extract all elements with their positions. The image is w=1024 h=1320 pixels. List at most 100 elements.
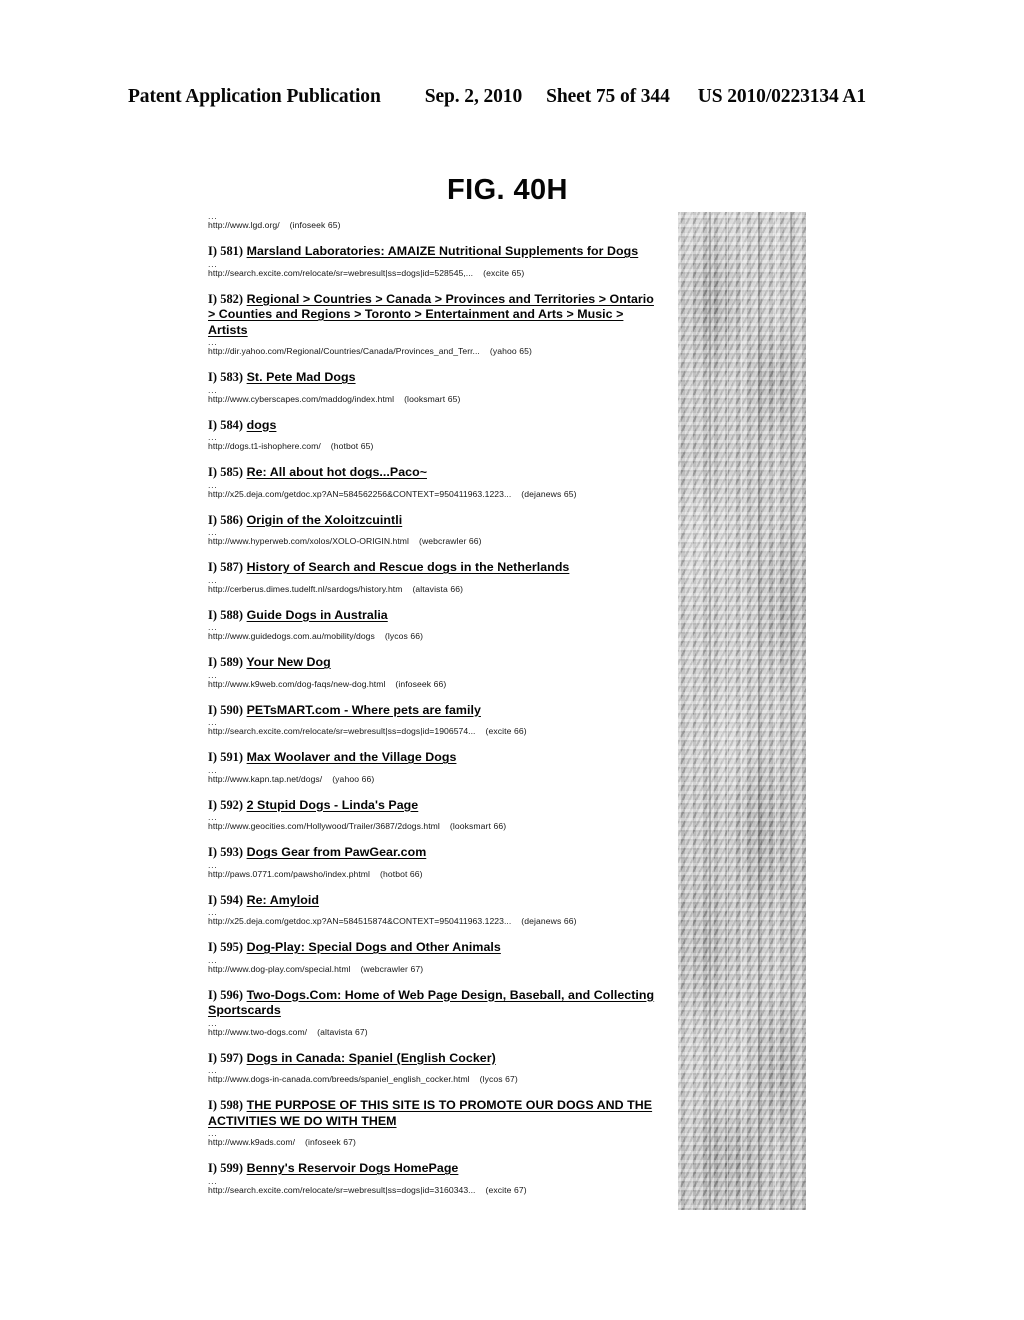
result-url: http://dir.yahoo.com/Regional/Countries/… <box>208 346 660 357</box>
result-title-link[interactable]: THE PURPOSE OF THIS SITE IS TO PROMOTE O… <box>208 1098 652 1128</box>
result-url: http://cerberus.dimes.tudelft.nl/sardogs… <box>208 584 660 595</box>
result-title-line: I) 595) Dog-Play: Special Dogs and Other… <box>208 940 660 956</box>
result-entry: I) 583) St. Pete Mad Dogs ... http://www… <box>208 370 660 405</box>
scan-smudge-artifact <box>678 212 806 1210</box>
url-text: http://dogs.t1-ishophere.com/ <box>208 441 321 451</box>
result-index: I) 585) <box>208 465 244 479</box>
result-url: http://www.k9ads.com/ (infoseek 67) <box>208 1137 660 1148</box>
result-url: http://search.excite.com/relocate/sr=web… <box>208 1185 660 1196</box>
result-title-link[interactable]: dogs <box>247 418 277 432</box>
result-entry: I) 592) 2 Stupid Dogs - Linda's Page ...… <box>208 798 660 833</box>
result-index: I) 589) <box>208 655 244 669</box>
result-url: http://search.excite.com/relocate/sr=web… <box>208 726 660 737</box>
result-title-link[interactable]: Dogs Gear from PawGear.com <box>247 845 427 859</box>
result-title-line: I) 592) 2 Stupid Dogs - Linda's Page <box>208 798 660 814</box>
result-engine: (looksmart 65) <box>404 393 461 404</box>
result-engine: (infoseek 67) <box>305 1137 357 1147</box>
result-url-block: ... http://www.hyperweb.com/xolos/XOLO-O… <box>208 528 660 547</box>
result-title-link[interactable]: Dogs in Canada: Spaniel (English Cocker) <box>247 1051 496 1065</box>
result-title-link[interactable]: 2 Stupid Dogs - Linda's Page <box>247 798 419 812</box>
url-text: http://www.k9ads.com/ <box>208 1137 296 1147</box>
result-engine: (yahoo 65) <box>489 346 532 356</box>
result-entry: I) 591) Max Woolaver and the Village Dog… <box>208 750 660 785</box>
result-url: http://www.geocities.com/Hollywood/Trail… <box>208 821 660 832</box>
scan-streak <box>692 212 693 1210</box>
result-index: I) 594) <box>208 892 244 907</box>
patent-header: Patent Application Publication Sep. 2, 2… <box>128 86 896 108</box>
result-title-link[interactable]: Origin of the Xoloitzcuintli <box>247 513 403 527</box>
result-url-block: ... http://www.geocities.com/Hollywood/T… <box>208 813 660 832</box>
result-title-link[interactable]: St. Pete Mad Dogs <box>247 370 356 384</box>
result-entry: I) 581) Marsland Laboratories: AMAIZE Nu… <box>208 244 660 279</box>
result-entry: I) 586) Origin of the Xoloitzcuintli ...… <box>208 513 660 548</box>
url-text: http://www.k9web.com/dog-faqs/new-dog.ht… <box>208 678 386 689</box>
url-text: http://www.two-dogs.com/ <box>208 1026 308 1037</box>
result-title-link[interactable]: PETsMART.com - Where pets are family <box>247 703 481 717</box>
result-url-block: ... http://dir.yahoo.com/Regional/Countr… <box>208 338 660 357</box>
result-url: http://www.kapn.tap.net/dogs/ (yahoo 66) <box>208 774 660 785</box>
result-entry: I) 590) PETsMART.com - Where pets are fa… <box>208 703 660 738</box>
result-title-link[interactable]: Re: Amyloid <box>247 893 319 907</box>
result-title-link[interactable]: Max Woolaver and the Village Dogs <box>247 750 457 764</box>
result-title-line: I) 586) Origin of the Xoloitzcuintli <box>208 513 660 529</box>
result-engine: (dejanews 66) <box>521 916 577 926</box>
result-title-link[interactable]: Guide Dogs in Australia <box>247 608 388 622</box>
result-index: I) 598) <box>208 1098 244 1112</box>
result-url: http://www.two-dogs.com/ (altavista 67) <box>208 1027 660 1038</box>
result-title-line: I) 596) Two-Dogs.Com: Home of Web Page D… <box>208 988 660 1019</box>
result-index: I) 584) <box>208 417 244 432</box>
scan-streak <box>709 212 711 1210</box>
result-url: http://x25.deja.com/getdoc.xp?AN=5845622… <box>208 489 660 500</box>
result-url: http://x25.deja.com/getdoc.xp?AN=5845158… <box>208 916 660 927</box>
result-url-block: ... http://www.k9web.com/dog-faqs/new-do… <box>208 670 660 690</box>
result-entry: I) 588) Guide Dogs in Australia ... http… <box>208 608 660 643</box>
url-text: http://www.cyberscapes.com/maddog/index.… <box>208 393 395 404</box>
result-engine: (excite 67) <box>485 1184 527 1195</box>
result-url-block: ... http://www.guidedogs.com.au/mobility… <box>208 623 660 642</box>
result-engine: (excite 66) <box>485 726 527 736</box>
result-title-link[interactable]: Your New Dog <box>246 655 330 669</box>
result-url: http://www.cyberscapes.com/maddog/index.… <box>208 394 660 405</box>
result-url-block: ... http://search.excite.com/relocate/sr… <box>208 718 660 737</box>
result-index: I) 588) <box>208 607 244 622</box>
url-text: http://search.excite.com/relocate/sr=web… <box>208 726 476 736</box>
result-title-line: I) 598) THE PURPOSE OF THIS SITE IS TO P… <box>208 1098 660 1129</box>
result-index: I) 586) <box>208 512 244 527</box>
result-title-line: I) 590) PETsMART.com - Where pets are fa… <box>208 703 660 719</box>
result-title-link[interactable]: Benny's Reservoir Dogs HomePage <box>247 1161 459 1175</box>
result-url-block: ... http://dogs.t1-ishophere.com/(hotbot… <box>208 433 660 452</box>
result-title-link[interactable]: Dog-Play: Special Dogs and Other Animals <box>247 940 501 954</box>
result-engine: (looksmart 66) <box>449 821 507 831</box>
result-entry: I) 582) Regional > Countries > Canada > … <box>208 292 660 358</box>
url-text: http://x25.deja.com/getdoc.xp?AN=5845158… <box>208 916 512 926</box>
result-url-block: ... http://www.k9ads.com/(infoseek 67) <box>208 1129 660 1148</box>
result-engine: (infoseek 65) <box>289 220 341 230</box>
result-index: I) 599) <box>208 1161 244 1175</box>
result-url-block: ... http://www.two-dogs.com/(altavista 6… <box>208 1018 660 1038</box>
result-url: http://dogs.t1-ishophere.com/ (hotbot 65) <box>208 441 660 452</box>
result-entry: I) 599) Benny's Reservoir Dogs HomePage … <box>208 1161 660 1196</box>
result-entry: I) 587) History of Search and Rescue dog… <box>208 560 660 595</box>
result-url-block: ... http://search.excite.com/relocate/sr… <box>208 259 660 279</box>
url-text: http://www.kapn.tap.net/dogs/ <box>208 773 323 784</box>
result-url: http://paws.0771.com/pawsho/index.phtml (… <box>208 869 660 880</box>
result-entry: I) 598) THE PURPOSE OF THIS SITE IS TO P… <box>208 1098 660 1148</box>
result-title-link[interactable]: Two-Dogs.Com: Home of Web Page Design, B… <box>208 988 654 1018</box>
result-index: I) 591) <box>208 750 244 764</box>
url-text: http://dir.yahoo.com/Regional/Countries/… <box>208 346 480 356</box>
scan-streak <box>775 212 776 1210</box>
result-index: I) 582) <box>208 291 244 306</box>
result-index: I) 592) <box>208 797 244 812</box>
result-title-link[interactable]: History of Search and Rescue dogs in the… <box>247 560 570 574</box>
result-engine: (dejanews 65) <box>521 488 577 499</box>
result-index: I) 597) <box>208 1050 244 1065</box>
result-engine: (infoseek 66) <box>395 678 447 689</box>
result-index: I) 587) <box>208 560 244 574</box>
result-title-line: I) 599) Benny's Reservoir Dogs HomePage <box>208 1161 660 1177</box>
scan-streak <box>758 212 760 1210</box>
result-title-link[interactable]: Re: All about hot dogs...Paco~ <box>247 465 427 479</box>
search-results-list: ... http://www.lgd.org/(infoseek 65) I) … <box>208 212 660 1209</box>
result-title-link[interactable]: Marsland Laboratories: AMAIZE Nutritiona… <box>247 244 639 258</box>
result-title-link[interactable]: Regional > Countries > Canada > Province… <box>208 292 654 337</box>
result-entry: I) 593) Dogs Gear from PawGear.com ... h… <box>208 845 660 880</box>
